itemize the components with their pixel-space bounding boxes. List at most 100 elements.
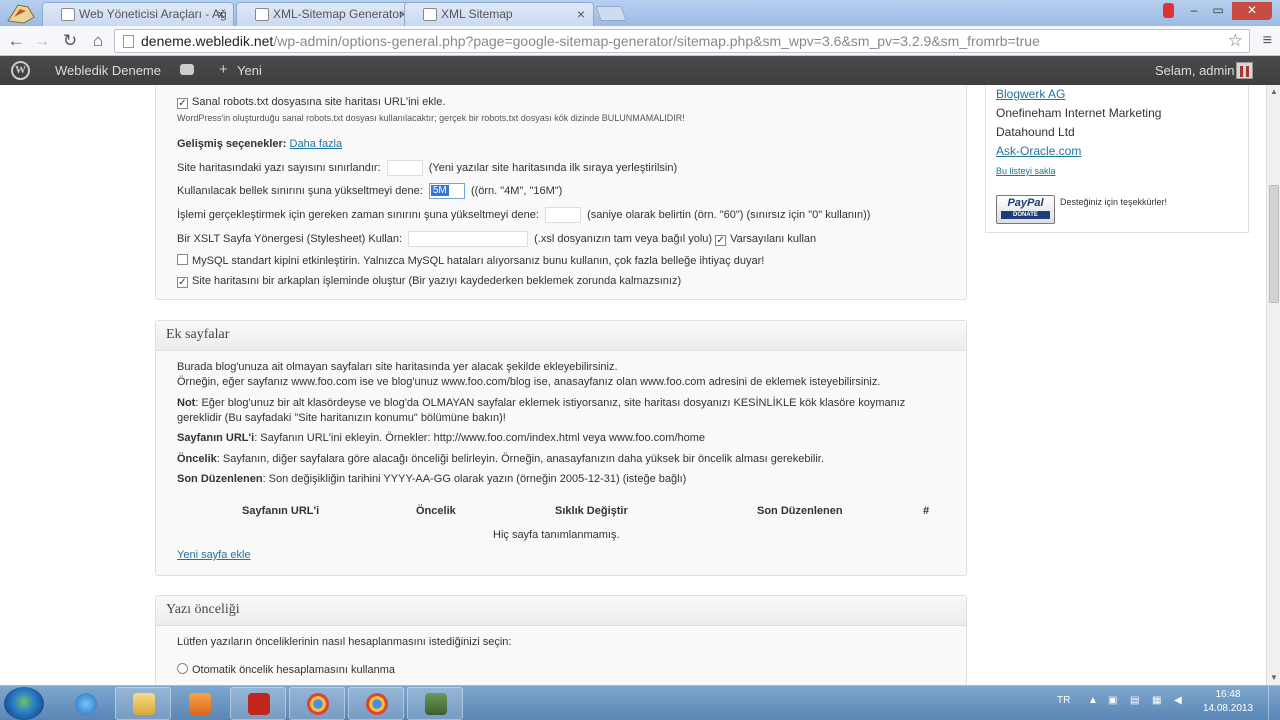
close-icon[interactable]: ×	[577, 6, 585, 22]
mysql-label: MySQL standart kipini etkinleştirin. Yal…	[192, 255, 765, 267]
plus-icon[interactable]: +	[219, 61, 228, 78]
window-close-button[interactable]: ✕	[1232, 2, 1272, 20]
language-indicator[interactable]: TR	[1057, 695, 1070, 706]
extra-pages-title: Ek sayfalar	[156, 321, 966, 351]
taskbar-chrome-2[interactable]	[348, 687, 404, 720]
background-option[interactable]: ✓ Site haritasını bir arkaplan işleminde …	[177, 275, 681, 288]
xslt-default-label: Varsayılanı kullan	[730, 232, 817, 245]
sponsor-link[interactable]: Ask-Oracle.com	[996, 144, 1081, 158]
avatar[interactable]	[1236, 62, 1253, 79]
filezilla-icon	[248, 693, 270, 715]
extension-icon[interactable]	[1163, 3, 1174, 18]
extra-intro-1: Burada blog'unuza ait olmayan sayfaları …	[177, 361, 618, 373]
add-page-link[interactable]: Yeni sayfa ekle	[177, 549, 251, 561]
volume-icon[interactable]: ◀	[1174, 695, 1182, 706]
forward-arrow-icon[interactable]: →	[32, 31, 52, 51]
site-name-link[interactable]: Webledik Deneme	[55, 63, 161, 78]
show-desktop-button[interactable]	[1268, 686, 1280, 720]
sponsor-link[interactable]: Blogwerk AG	[996, 87, 1065, 101]
scrollbar-thumb[interactable]	[1269, 185, 1279, 303]
menu-icon[interactable]: ≡	[1263, 32, 1272, 50]
wp-admin-bar: W Webledik Deneme + Yeni Selam, admin	[0, 56, 1280, 85]
priority-none-radio[interactable]	[177, 663, 188, 674]
start-button[interactable]	[4, 687, 44, 720]
paypal-donate-button[interactable]: PayPal DONATE	[996, 195, 1055, 224]
paypal-donate-label: DONATE	[1001, 211, 1050, 219]
tab-xml-sitemap[interactable]: XML Sitemap ×	[404, 2, 594, 26]
taskbar-ie[interactable]	[57, 687, 113, 720]
xslt-default-checkbox[interactable]: ✓	[715, 234, 727, 246]
network-icon[interactable]: ▦	[1152, 695, 1161, 706]
column-lastmod: Son Düzenlenen	[757, 505, 843, 517]
browser-toolbar: ← → ↻ ⌂ deneme.webledik.net/wp-admin/opt…	[0, 26, 1280, 56]
scroll-up-arrow-icon[interactable]: ▲	[1270, 87, 1278, 96]
mysql-option[interactable]: MySQL standart kipini etkinleştirin. Yal…	[177, 254, 764, 267]
app-icon	[425, 693, 447, 715]
wordpress-logo-icon[interactable]: W	[11, 61, 30, 80]
page-icon	[123, 35, 134, 48]
page-icon	[255, 8, 269, 21]
mysql-checkbox[interactable]	[177, 254, 188, 265]
background-label: Site haritasını bir arkaplan işleminde o…	[192, 275, 682, 287]
back-arrow-icon[interactable]: ←	[6, 31, 26, 51]
tray-app-icon[interactable]: ▣	[1108, 695, 1117, 706]
reload-icon[interactable]: ↻	[60, 31, 80, 51]
advanced-more-link[interactable]: Daha fazla	[290, 138, 343, 150]
comment-icon[interactable]	[180, 64, 194, 75]
new-tab-button[interactable]	[595, 6, 627, 21]
windows-taskbar: TR ▲ ▣ ▤ ▦ ◀ 16:48 14.08.2013	[0, 685, 1280, 720]
browser-tabstrip: Web Yöneticisi Araçları - Ağ × XML-Sitem…	[0, 0, 1280, 26]
robots-option[interactable]: ✓ Sanal robots.txt dosyasına site haritas…	[177, 96, 445, 109]
taskbar-app[interactable]	[407, 687, 463, 720]
taskbar-chrome-1[interactable]	[289, 687, 345, 720]
column-priority: Öncelik	[416, 505, 456, 517]
xslt-row: Bir XSLT Sayfa Yönergesi (Stylesheet) Ku…	[177, 231, 816, 247]
address-bar[interactable]: deneme.webledik.net/wp-admin/options-gen…	[114, 29, 1250, 53]
taskbar-media-player[interactable]	[171, 687, 227, 720]
tab-title: Web Yöneticisi Araçları - Ağ	[79, 7, 227, 21]
scroll-down-arrow-icon[interactable]: ▼	[1270, 673, 1278, 682]
maximize-button[interactable]: ▭	[1207, 2, 1229, 20]
tray-expand-icon[interactable]: ▲	[1088, 695, 1098, 706]
taskbar-explorer[interactable]	[115, 687, 171, 720]
memory-input[interactable]: 5M	[428, 183, 465, 199]
background-checkbox[interactable]: ✓	[177, 277, 188, 288]
thanks-text: Desteğiniz için teşekkürler!	[1060, 197, 1168, 207]
post-priority-box: Yazı önceliği Lütfen yazıların öncelikle…	[155, 595, 967, 685]
vertical-scrollbar[interactable]: ▲ ▼	[1266, 85, 1280, 685]
post-limit-input[interactable]	[386, 160, 423, 176]
taskbar-filezilla[interactable]	[230, 687, 286, 720]
priority-option-none[interactable]: Otomatik öncelik hesaplamasını kullanma	[177, 663, 395, 676]
taskbar-clock[interactable]: 16:48 14.08.2013	[1198, 688, 1258, 716]
internet-explorer-icon	[75, 693, 97, 715]
home-icon[interactable]: ⌂	[88, 31, 108, 51]
priority-help-label: Öncelik	[177, 453, 217, 465]
extra-pages-box: Ek sayfalar Burada blog'unuza ait olmaya…	[155, 320, 967, 576]
tab-web-tools[interactable]: Web Yöneticisi Araçları - Ağ ×	[42, 2, 234, 26]
robots-checkbox[interactable]: ✓	[177, 98, 188, 109]
new-content-link[interactable]: Yeni	[237, 63, 262, 78]
time-label: İşlemi gerçekleştirmek için gereken zama…	[177, 208, 539, 221]
minimize-button[interactable]: –	[1183, 2, 1205, 20]
bookmark-star-icon[interactable]: ☆	[1228, 31, 1243, 51]
close-icon[interactable]: ×	[217, 6, 225, 22]
chrome-icon	[307, 693, 329, 715]
xslt-input[interactable]	[408, 231, 529, 247]
empty-table-text: Hiç sayfa tanımlanmamış.	[493, 529, 620, 541]
extra-note-2: gereklidir (Bu sayfadaki "Site haritanız…	[177, 412, 506, 424]
url-host: deneme.webledik.net	[141, 33, 274, 49]
clock-date: 14.08.2013	[1202, 703, 1254, 714]
page-icon	[423, 8, 437, 21]
column-url: Sayfanın URL'i	[242, 505, 320, 517]
extra-intro-2: Örneğin, eğer sayfanız www.foo.com ise v…	[177, 376, 881, 388]
priority-none-label: Otomatik öncelik hesaplamasını kullanma	[192, 664, 395, 676]
time-input[interactable]	[545, 207, 581, 223]
hide-list-link[interactable]: Bu listeyi sakla	[996, 166, 1056, 176]
page-icon	[61, 8, 75, 21]
tray-app-icon[interactable]: ▤	[1130, 695, 1139, 706]
url-path: /wp-admin/options-general.php?page=googl…	[273, 33, 1040, 49]
tab-title: XML Sitemap	[441, 7, 513, 21]
column-frequency: Sıklık Değiştir	[555, 505, 628, 517]
tab-sitemap-generator[interactable]: XML-Sitemap Generator » ×	[236, 2, 416, 26]
user-greeting[interactable]: Selam, admin	[1155, 63, 1234, 78]
